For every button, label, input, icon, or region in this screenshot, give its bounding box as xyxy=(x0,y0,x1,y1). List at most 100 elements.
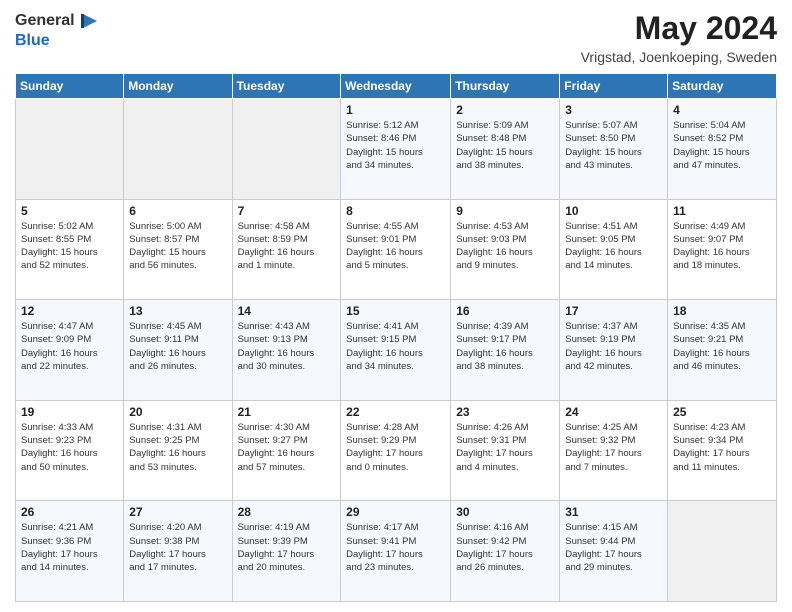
day-number: 16 xyxy=(456,304,554,318)
main-title: May 2024 xyxy=(581,10,777,47)
day-info: Sunrise: 5:09 AM Sunset: 8:48 PM Dayligh… xyxy=(456,119,554,172)
calendar-cell: 2 Sunrise: 5:09 AM Sunset: 8:48 PM Daylig… xyxy=(451,99,560,200)
col-header-monday: Monday xyxy=(124,74,232,99)
day-info: Sunrise: 4:15 AM Sunset: 9:44 PM Dayligh… xyxy=(565,521,662,574)
day-number: 11 xyxy=(673,204,771,218)
day-number: 3 xyxy=(565,103,662,117)
subtitle: Vrigstad, Joenkoeping, Sweden xyxy=(581,49,777,65)
day-info: Sunrise: 4:17 AM Sunset: 9:41 PM Dayligh… xyxy=(346,521,445,574)
day-info: Sunrise: 4:31 AM Sunset: 9:25 PM Dayligh… xyxy=(129,421,226,474)
logo-icon xyxy=(77,10,99,32)
day-number: 10 xyxy=(565,204,662,218)
col-header-saturday: Saturday xyxy=(668,74,777,99)
day-info: Sunrise: 4:21 AM Sunset: 9:36 PM Dayligh… xyxy=(21,521,118,574)
day-info: Sunrise: 4:51 AM Sunset: 9:05 PM Dayligh… xyxy=(565,220,662,273)
day-info: Sunrise: 4:45 AM Sunset: 9:11 PM Dayligh… xyxy=(129,320,226,373)
day-number: 23 xyxy=(456,405,554,419)
calendar-cell: 18 Sunrise: 4:35 AM Sunset: 9:21 PM Dayli… xyxy=(668,300,777,401)
day-info: Sunrise: 4:33 AM Sunset: 9:23 PM Dayligh… xyxy=(21,421,118,474)
day-info: Sunrise: 4:47 AM Sunset: 9:09 PM Dayligh… xyxy=(21,320,118,373)
day-number: 24 xyxy=(565,405,662,419)
col-header-wednesday: Wednesday xyxy=(341,74,451,99)
day-info: Sunrise: 5:02 AM Sunset: 8:55 PM Dayligh… xyxy=(21,220,118,273)
calendar-cell: 26 Sunrise: 4:21 AM Sunset: 9:36 PM Dayli… xyxy=(16,501,124,602)
day-info: Sunrise: 4:19 AM Sunset: 9:39 PM Dayligh… xyxy=(238,521,336,574)
day-number: 31 xyxy=(565,505,662,519)
day-info: Sunrise: 4:49 AM Sunset: 9:07 PM Dayligh… xyxy=(673,220,771,273)
day-number: 27 xyxy=(129,505,226,519)
title-section: May 2024 Vrigstad, Joenkoeping, Sweden xyxy=(581,10,777,65)
col-header-thursday: Thursday xyxy=(451,74,560,99)
calendar-week-1: 1 Sunrise: 5:12 AM Sunset: 8:46 PM Daylig… xyxy=(16,99,777,200)
day-info: Sunrise: 4:41 AM Sunset: 9:15 PM Dayligh… xyxy=(346,320,445,373)
calendar-cell: 23Sunrise: 4:26 AM Sunset: 9:31 PM Dayli… xyxy=(451,400,560,501)
calendar-cell: 22 Sunrise: 4:28 AM Sunset: 9:29 PM Dayli… xyxy=(341,400,451,501)
day-number: 17 xyxy=(565,304,662,318)
calendar-cell: 10 Sunrise: 4:51 AM Sunset: 9:05 PM Dayli… xyxy=(560,199,668,300)
calendar-cell: 20 Sunrise: 4:31 AM Sunset: 9:25 PM Dayli… xyxy=(124,400,232,501)
day-number: 26 xyxy=(21,505,118,519)
day-info: Sunrise: 4:30 AM Sunset: 9:27 PM Dayligh… xyxy=(238,421,336,474)
day-info: Sunrise: 5:04 AM Sunset: 8:52 PM Dayligh… xyxy=(673,119,771,172)
calendar-cell xyxy=(232,99,341,200)
logo-blue: Blue xyxy=(15,32,50,49)
calendar-cell: 19 Sunrise: 4:33 AM Sunset: 9:23 PM Dayli… xyxy=(16,400,124,501)
day-number: 20 xyxy=(129,405,226,419)
day-number: 8 xyxy=(346,204,445,218)
calendar-cell: 31 Sunrise: 4:15 AM Sunset: 9:44 PM Dayli… xyxy=(560,501,668,602)
day-number: 13 xyxy=(129,304,226,318)
day-number: 18 xyxy=(673,304,771,318)
day-number: 22 xyxy=(346,405,445,419)
calendar-cell: 16 Sunrise: 4:39 AM Sunset: 9:17 PM Dayli… xyxy=(451,300,560,401)
calendar-cell: 14Sunrise: 4:43 AM Sunset: 9:13 PM Dayli… xyxy=(232,300,341,401)
day-info: Sunrise: 4:20 AM Sunset: 9:38 PM Dayligh… xyxy=(129,521,226,574)
calendar-cell: 11 Sunrise: 4:49 AM Sunset: 9:07 PM Dayli… xyxy=(668,199,777,300)
day-info: Sunrise: 4:35 AM Sunset: 9:21 PM Dayligh… xyxy=(673,320,771,373)
logo-general: General xyxy=(15,12,75,30)
day-info: Sunrise: 5:00 AM Sunset: 8:57 PM Dayligh… xyxy=(129,220,226,273)
day-number: 1 xyxy=(346,103,445,117)
calendar-cell xyxy=(668,501,777,602)
day-info: Sunrise: 4:58 AM Sunset: 8:59 PM Dayligh… xyxy=(238,220,336,273)
day-info: Sunrise: 4:53 AM Sunset: 9:03 PM Dayligh… xyxy=(456,220,554,273)
calendar-cell: 3 Sunrise: 5:07 AM Sunset: 8:50 PM Daylig… xyxy=(560,99,668,200)
day-number: 25 xyxy=(673,405,771,419)
calendar-cell: 7Sunrise: 4:58 AM Sunset: 8:59 PM Daylig… xyxy=(232,199,341,300)
calendar-cell xyxy=(16,99,124,200)
calendar-cell: 25Sunrise: 4:23 AM Sunset: 9:34 PM Dayli… xyxy=(668,400,777,501)
calendar-cell: 1 Sunrise: 5:12 AM Sunset: 8:46 PM Daylig… xyxy=(341,99,451,200)
calendar-cell: 24 Sunrise: 4:25 AM Sunset: 9:32 PM Dayli… xyxy=(560,400,668,501)
calendar-cell: 6 Sunrise: 5:00 AM Sunset: 8:57 PM Daylig… xyxy=(124,199,232,300)
calendar-cell: 27 Sunrise: 4:20 AM Sunset: 9:38 PM Dayli… xyxy=(124,501,232,602)
day-info: Sunrise: 4:25 AM Sunset: 9:32 PM Dayligh… xyxy=(565,421,662,474)
day-number: 19 xyxy=(21,405,118,419)
calendar-cell: 29Sunrise: 4:17 AM Sunset: 9:41 PM Dayli… xyxy=(341,501,451,602)
calendar-cell: 21Sunrise: 4:30 AM Sunset: 9:27 PM Dayli… xyxy=(232,400,341,501)
day-info: Sunrise: 4:39 AM Sunset: 9:17 PM Dayligh… xyxy=(456,320,554,373)
header-row: SundayMondayTuesdayWednesdayThursdayFrid… xyxy=(16,74,777,99)
calendar-cell: 28Sunrise: 4:19 AM Sunset: 9:39 PM Dayli… xyxy=(232,501,341,602)
calendar-body: 1 Sunrise: 5:12 AM Sunset: 8:46 PM Daylig… xyxy=(16,99,777,602)
day-number: 5 xyxy=(21,204,118,218)
calendar-cell: 8Sunrise: 4:55 AM Sunset: 9:01 PM Daylig… xyxy=(341,199,451,300)
day-info: Sunrise: 4:43 AM Sunset: 9:13 PM Dayligh… xyxy=(238,320,336,373)
calendar-cell: 12 Sunrise: 4:47 AM Sunset: 9:09 PM Dayli… xyxy=(16,300,124,401)
day-number: 2 xyxy=(456,103,554,117)
col-header-sunday: Sunday xyxy=(16,74,124,99)
day-info: Sunrise: 5:07 AM Sunset: 8:50 PM Dayligh… xyxy=(565,119,662,172)
calendar-week-5: 26 Sunrise: 4:21 AM Sunset: 9:36 PM Dayli… xyxy=(16,501,777,602)
calendar-week-3: 12 Sunrise: 4:47 AM Sunset: 9:09 PM Dayli… xyxy=(16,300,777,401)
calendar-cell xyxy=(124,99,232,200)
logo-text: General Blue xyxy=(15,10,99,50)
day-info: Sunrise: 4:28 AM Sunset: 9:29 PM Dayligh… xyxy=(346,421,445,474)
day-info: Sunrise: 5:12 AM Sunset: 8:46 PM Dayligh… xyxy=(346,119,445,172)
calendar-cell: 15 Sunrise: 4:41 AM Sunset: 9:15 PM Dayli… xyxy=(341,300,451,401)
calendar-week-4: 19 Sunrise: 4:33 AM Sunset: 9:23 PM Dayli… xyxy=(16,400,777,501)
calendar-cell: 30Sunrise: 4:16 AM Sunset: 9:42 PM Dayli… xyxy=(451,501,560,602)
day-number: 15 xyxy=(346,304,445,318)
day-info: Sunrise: 4:16 AM Sunset: 9:42 PM Dayligh… xyxy=(456,521,554,574)
day-number: 6 xyxy=(129,204,226,218)
logo: General Blue xyxy=(15,10,99,50)
calendar-week-2: 5 Sunrise: 5:02 AM Sunset: 8:55 PM Daylig… xyxy=(16,199,777,300)
day-number: 12 xyxy=(21,304,118,318)
